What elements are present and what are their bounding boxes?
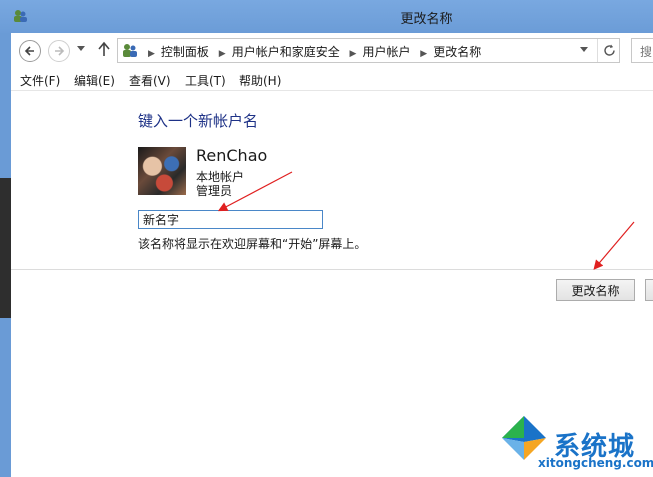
breadcrumb-separator-icon: ▶ [349, 49, 357, 59]
breadcrumb-separator-icon: ▶ [420, 49, 428, 59]
navigation-bar: ▶ 控制面板 ▶ 用户帐户和家庭安全 ▶ 用户帐户 ▶ 更改名称 搜 [11, 33, 653, 68]
breadcrumb-change-name[interactable]: 更改名称 [433, 45, 481, 59]
desktop-edge-dark [0, 178, 11, 318]
account-name: RenChao [196, 146, 268, 165]
name-hint-text: 该名称将显示在欢迎屏幕和“开始”屏幕上。 [138, 237, 367, 251]
desktop-edge [0, 0, 11, 477]
title-bar[interactable]: 更改名称 [0, 0, 653, 33]
menu-edit[interactable]: 编辑(E) [74, 72, 115, 89]
window-title: 更改名称 [400, 12, 453, 27]
address-dropdown-chevron-icon[interactable] [580, 47, 588, 53]
breadcrumb-separator-icon: ▶ [148, 49, 155, 59]
menu-file[interactable]: 文件(F) [20, 72, 60, 89]
menu-bar: 文件(F) 编辑(E) 查看(V) 工具(T) 帮助(H) [11, 68, 653, 91]
site-watermark: 系统城 xitongcheng.com [498, 412, 653, 472]
forward-button[interactable] [48, 40, 70, 62]
account-role: 管理员 [196, 184, 233, 198]
breadcrumb-control-panel[interactable]: 控制面板 [161, 45, 209, 59]
account-avatar [138, 147, 186, 195]
watermark-url: xitongcheng.com [538, 456, 653, 470]
arrow-right-icon [55, 46, 65, 56]
up-arrow-icon[interactable] [97, 41, 111, 57]
menu-help[interactable]: 帮助(H) [239, 72, 281, 89]
breadcrumb-user-accounts-family[interactable]: 用户帐户和家庭安全 [232, 45, 340, 59]
control-panel-window: ▶ 控制面板 ▶ 用户帐户和家庭安全 ▶ 用户帐户 ▶ 更改名称 搜 文件(F) 编辑(… [11, 33, 653, 477]
change-name-button[interactable]: 更改名称 [556, 279, 635, 301]
page-heading: 键入一个新帐户名 [138, 112, 259, 130]
footer-divider [11, 269, 653, 270]
back-button[interactable] [19, 40, 41, 62]
breadcrumb: ▶ 控制面板 ▶ 用户帐户和家庭安全 ▶ 用户帐户 ▶ 更改名称 [142, 43, 481, 60]
breadcrumb-user-accounts[interactable]: 用户帐户 [362, 45, 410, 59]
menu-tools[interactable]: 工具(T) [185, 72, 226, 89]
menu-view[interactable]: 查看(V) [129, 72, 171, 89]
users-location-icon [123, 44, 137, 57]
refresh-button[interactable] [597, 39, 621, 62]
arrow-left-icon [24, 46, 34, 56]
cancel-button[interactable] [645, 279, 653, 301]
search-placeholder: 搜 [640, 45, 653, 59]
refresh-icon [604, 44, 615, 56]
search-box[interactable]: 搜 [631, 38, 653, 63]
address-bar[interactable]: ▶ 控制面板 ▶ 用户帐户和家庭安全 ▶ 用户帐户 ▶ 更改名称 [117, 38, 620, 63]
recent-locations-chevron-icon[interactable] [77, 46, 85, 52]
new-account-name-input[interactable] [138, 210, 323, 229]
breadcrumb-separator-icon: ▶ [218, 49, 226, 59]
